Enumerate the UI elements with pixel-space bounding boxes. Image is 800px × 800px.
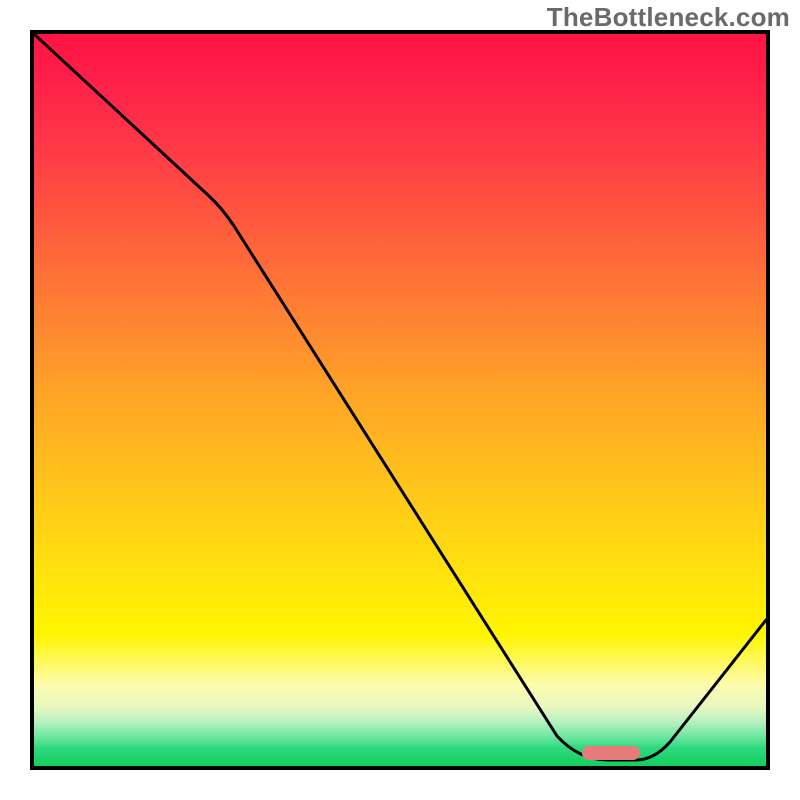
chart-canvas: TheBottleneck.com <box>0 0 800 800</box>
plot-area <box>30 30 770 770</box>
watermark-text: TheBottleneck.com <box>547 2 790 33</box>
bottleneck-curve <box>34 34 766 766</box>
curve-path <box>34 34 766 760</box>
optimal-marker <box>582 746 640 760</box>
